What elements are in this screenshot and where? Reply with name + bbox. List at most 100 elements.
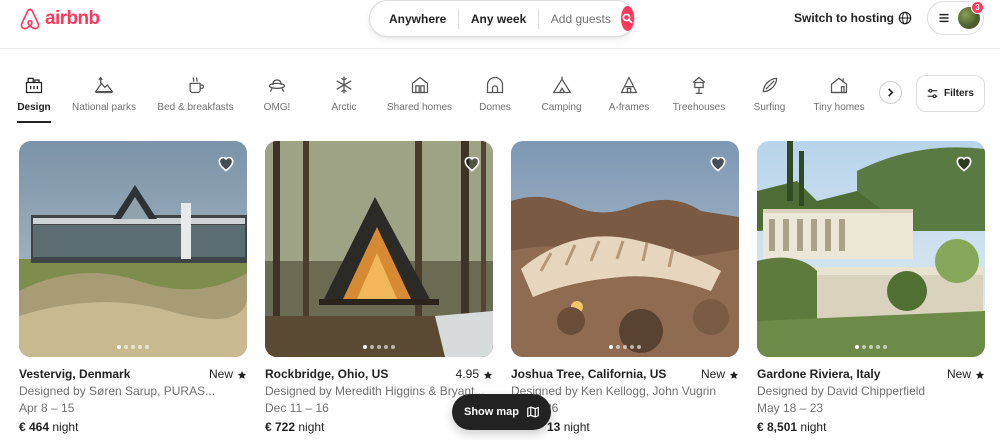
filters-button[interactable]: Filters: [916, 75, 985, 112]
category-label: Design: [17, 102, 51, 113]
category-label: Camping: [541, 102, 582, 113]
listing-location: Joshua Tree, California, US: [511, 367, 667, 381]
airbnb-logo-icon: [20, 8, 40, 30]
category-tiny-homes[interactable]: Tiny homes: [813, 74, 865, 124]
category-treehouses[interactable]: Treehouses: [672, 74, 726, 124]
omg-icon: [266, 74, 288, 96]
heart-icon[interactable]: [462, 153, 482, 173]
brand-name: airbnb: [45, 8, 100, 29]
listing-designer: Designed by Ken Kellogg, John Vugrin: [511, 384, 717, 398]
carousel-dots: [855, 345, 887, 349]
category-national-parks[interactable]: National parks: [72, 74, 136, 124]
category-label: Treehouses: [672, 102, 726, 113]
listing-location: Vestervig, Denmark: [19, 367, 131, 381]
airbnb-logo[interactable]: airbnb: [19, 7, 100, 31]
listing-card[interactable]: Gardone Riviera, Italy New Designed by D…: [757, 141, 985, 436]
category-label: Surfing: [753, 102, 786, 113]
treehouse-icon: [688, 74, 710, 96]
category-bar: Design National parks Bed & breakfasts O…: [0, 66, 1000, 126]
category-bed-breakfasts[interactable]: Bed & breakfasts: [157, 74, 234, 124]
category-shared-homes[interactable]: Shared homes: [386, 74, 453, 124]
star-icon: [975, 370, 985, 379]
dome-icon: [484, 74, 506, 96]
listing-dates: May 18 – 23: [757, 401, 824, 415]
tiny-home-icon: [828, 74, 850, 96]
category-a-frames[interactable]: A-frames: [609, 74, 649, 124]
heart-icon[interactable]: [708, 153, 728, 173]
category-domes[interactable]: Domes: [479, 74, 511, 124]
listing-photo[interactable]: [511, 141, 739, 357]
category-label: OMG!: [263, 102, 291, 113]
listing-designer: Designed by Søren Sarup, PURAS...: [19, 384, 216, 398]
listing-photo[interactable]: [757, 141, 985, 357]
listing-location: Rockbridge, Ohio, US: [265, 367, 389, 381]
listing-rating: New: [209, 366, 247, 383]
language-button[interactable]: [894, 7, 916, 29]
search-button[interactable]: [620, 6, 635, 31]
snowflake-icon: [333, 74, 355, 96]
chevron-right-icon: [888, 88, 894, 97]
listing-rating: New: [701, 366, 739, 383]
category-omg[interactable]: OMG!: [263, 74, 291, 124]
heart-icon[interactable]: [216, 153, 236, 173]
carousel-dots: [117, 345, 149, 349]
listing-designer: Designed by David Chipperfield: [757, 384, 926, 398]
listing-image: [19, 141, 247, 357]
star-icon: [483, 370, 493, 379]
category-camping[interactable]: Camping: [541, 74, 582, 124]
design-icon: [23, 74, 45, 96]
search-add-guests[interactable]: Add guests: [539, 12, 619, 26]
hamburger-icon: [939, 13, 949, 23]
globe-icon: [898, 11, 912, 25]
bed-breakfast-icon: [185, 74, 207, 96]
star-icon: [237, 370, 247, 379]
category-label: Bed & breakfasts: [157, 102, 234, 113]
heart-icon[interactable]: [954, 153, 974, 173]
listing-card[interactable]: Vestervig, Denmark New Designed by Søren…: [19, 141, 247, 436]
listing-dates: Apr 8 – 15: [19, 401, 75, 415]
category-surfing[interactable]: Surfing: [754, 74, 785, 124]
category-label: Domes: [479, 102, 511, 113]
search-icon: [622, 13, 633, 24]
listing-image: [757, 141, 985, 357]
listing-location: Gardone Riviera, Italy: [757, 367, 881, 381]
listing-price: € 8,501 night: [757, 420, 827, 434]
listing-card[interactable]: Joshua Tree, California, US New Designed…: [511, 141, 739, 436]
top-header: airbnb Anywhere Any week Add guests Swit…: [0, 0, 1000, 49]
show-map-button[interactable]: Show map: [452, 394, 551, 430]
category-label: Shared homes: [386, 102, 453, 113]
star-icon: [729, 370, 739, 379]
show-map-label: Show map: [463, 406, 519, 418]
a-frame-icon: [618, 74, 640, 96]
surfboard-icon: [759, 74, 781, 96]
shared-homes-icon: [409, 74, 431, 96]
camping-icon: [551, 74, 573, 96]
user-menu-button[interactable]: 3: [927, 1, 984, 35]
listing-card[interactable]: Rockbridge, Ohio, US 4.95 Designed by Me…: [265, 141, 493, 436]
listing-rating: New: [947, 366, 985, 383]
category-arctic[interactable]: Arctic: [331, 74, 357, 124]
notification-badge: 3: [971, 1, 984, 14]
filters-icon: [927, 88, 938, 99]
listing-photo[interactable]: [265, 141, 493, 357]
search-anywhere[interactable]: Anywhere: [370, 12, 458, 26]
switch-to-hosting-link[interactable]: Switch to hosting: [786, 3, 902, 33]
carousel-dots: [609, 345, 641, 349]
listing-photo[interactable]: [19, 141, 247, 357]
category-label: Tiny homes: [813, 102, 865, 113]
category-label: A-frames: [608, 102, 650, 113]
category-design[interactable]: Design: [17, 74, 51, 124]
category-label: National parks: [72, 102, 136, 113]
listing-price: € 464 night: [19, 420, 79, 434]
category-scroll-next-button[interactable]: [879, 81, 902, 104]
search-bar[interactable]: Anywhere Any week Add guests: [369, 0, 635, 37]
national-parks-icon: [93, 74, 115, 96]
filters-label: Filters: [943, 88, 974, 99]
listing-image: [265, 141, 493, 357]
avatar: 3: [958, 1, 984, 29]
category-label: Arctic: [331, 102, 357, 113]
search-any-week[interactable]: Any week: [459, 12, 538, 26]
map-icon: [527, 406, 539, 418]
listing-rating: 4.95: [456, 366, 493, 383]
carousel-dots: [363, 345, 395, 349]
